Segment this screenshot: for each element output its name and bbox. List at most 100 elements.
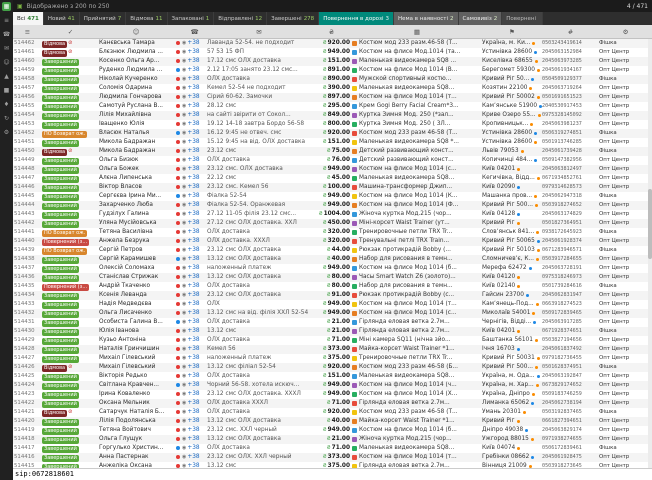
eye-icon[interactable]: ◉ (182, 138, 186, 147)
table-row[interactable]: 514462 Відмова ⊘ Канєвська Тамара ◉ +38 … (13, 39, 652, 48)
phone-cell[interactable]: ◉ +38 (182, 228, 207, 237)
eye-icon[interactable]: ◉ (182, 84, 186, 93)
call-icon[interactable] (176, 203, 180, 207)
status-badge[interactable]: Завершений (42, 446, 79, 453)
status-badge[interactable]: Завершений (42, 293, 79, 300)
call-icon[interactable] (176, 428, 180, 432)
call-icon[interactable] (176, 365, 180, 369)
call-icon[interactable] (176, 158, 180, 162)
status-badge[interactable]: Завершений (42, 266, 79, 273)
table-row[interactable]: 514431 Завершений ⊘ Особиста Галина В...… (13, 318, 652, 327)
status-badge[interactable]: Завершений (42, 329, 79, 336)
call-icon[interactable] (176, 104, 180, 108)
status-badge[interactable]: Завершений (42, 59, 79, 66)
eye-icon[interactable]: ◉ (182, 309, 186, 318)
tab-повернені[interactable]: Повернені (502, 12, 543, 25)
call-icon[interactable] (176, 455, 180, 459)
settings-icon[interactable]: ⚙ (599, 28, 652, 36)
table-row[interactable]: 514440 Повернений (з... ⊘ Анжела Безрука… (13, 237, 652, 246)
eye-icon[interactable]: ◉ (182, 273, 186, 282)
table-row[interactable]: 514459 Завершений ⊘ Руденко Людмила ... … (13, 66, 652, 75)
table-row[interactable]: 514427 Завершений ⊘ Михаіл Гілевський ◉ … (13, 354, 652, 363)
table-row[interactable]: 514419 Завершений ⊘ Тетяна Войтович ◉ +3… (13, 426, 652, 435)
phone-cell[interactable]: ◉ +38 (182, 246, 207, 255)
payment-icon[interactable]: ₴ (311, 28, 352, 36)
status-badge[interactable]: Завершений (42, 122, 79, 129)
eye-icon[interactable]: ◉ (182, 381, 186, 390)
call-icon[interactable] (176, 266, 180, 270)
call-icon[interactable] (176, 257, 180, 261)
table-row[interactable]: 514416 Завершений ⊘ Анна Пастернак ◉ +38… (13, 453, 652, 462)
eye-icon[interactable]: ◉ (182, 336, 186, 345)
table-row[interactable]: 514446 Завершений ⊘ Віктор Власов ◉ +38 … (13, 183, 652, 192)
eye-icon[interactable]: ◉ (182, 435, 186, 444)
call-icon[interactable] (176, 446, 180, 450)
phone-cell[interactable]: ◉ +38 (182, 399, 207, 408)
phone-cell[interactable]: ◉ +38 (182, 282, 207, 291)
phone-cell[interactable]: ◉ +38 (182, 120, 207, 129)
call-icon[interactable] (176, 95, 180, 99)
phone-cell[interactable]: ◉ +38 (182, 309, 207, 318)
products-icon[interactable]: ▦ (352, 28, 482, 36)
table-row[interactable]: 514460 Завершений ⊘ Косенко Ольга Ар... … (13, 57, 652, 66)
status-badge[interactable]: Завершений (42, 140, 79, 147)
call-icon[interactable] (176, 347, 180, 351)
phone-cell[interactable]: ◉ +38 (182, 237, 207, 246)
eye-icon[interactable]: ◉ (182, 183, 186, 192)
table-row[interactable]: 514458 Завершений ⊘ Ніколай Кучеренко ◉ … (13, 75, 652, 84)
table-row[interactable]: 514438 Завершений ⊘ Сергій Карамишев ◉ +… (13, 255, 652, 264)
eye-icon[interactable]: ◉ (182, 444, 186, 453)
call-icon[interactable] (176, 149, 180, 153)
phone-cell[interactable]: ◉ +38 (182, 336, 207, 345)
status-badge[interactable]: Завершений (42, 464, 79, 469)
phone-cell[interactable]: ◉ +38 (182, 426, 207, 435)
call-icon[interactable] (176, 113, 180, 117)
eye-icon[interactable]: ◉ (182, 102, 186, 111)
table-row[interactable]: 514437 Завершений ⊘ Олексій Соломаха ◉ +… (13, 264, 652, 273)
tab-новий[interactable]: Новий 41 (44, 12, 80, 25)
tab-повернення-в-дорозі[interactable]: Повернення в дорозі 3 (319, 12, 394, 25)
call-icon[interactable] (176, 185, 180, 189)
status-badge[interactable]: Завершений (42, 167, 79, 174)
status-badge[interactable]: Відмова (42, 50, 67, 57)
phone-cell[interactable]: ◉ +38 (182, 156, 207, 165)
eye-icon[interactable]: ◉ (182, 354, 186, 363)
eye-icon[interactable]: ◉ (182, 255, 186, 264)
table-row[interactable]: 514421 Відмова ⊘ Сатарчук Наталія Б... ◉… (13, 408, 652, 417)
table-row[interactable]: 514447 Завершений ⊘ Алєна Липенська ◉ +3… (13, 174, 652, 183)
call-icon[interactable] (176, 194, 180, 198)
scrollbar[interactable] (648, 39, 652, 468)
table-row[interactable]: 514449 Завершений ⊘ Ольга Бизюк ◉ +38 ОЛ… (13, 156, 652, 165)
status-badge[interactable]: Завершений (42, 221, 79, 228)
call-icon[interactable] (176, 437, 180, 441)
table-row[interactable]: 514439 ПО Возврат ож. ⊘ Сергій Петров ◉ … (13, 246, 652, 255)
eye-icon[interactable]: ◉ (182, 264, 186, 273)
call-icon[interactable] (176, 374, 180, 378)
eye-icon[interactable]: ◉ (182, 210, 186, 219)
phone-cell[interactable]: ◉ +38 (182, 318, 207, 327)
orders-icon[interactable]: ■ (4, 87, 10, 95)
eye-icon[interactable]: ◉ (182, 345, 186, 354)
tab-самовивіз[interactable]: Самовивіз 2 (459, 12, 503, 25)
eye-icon[interactable]: ◉ (182, 300, 186, 309)
call-icon[interactable] (176, 302, 180, 306)
table-row[interactable]: 514429 Завершений ⊘ Кузьо Антоніна ◉ +38… (13, 336, 652, 345)
phone-cell[interactable]: ◉ +38 (182, 210, 207, 219)
call-icon[interactable] (176, 419, 180, 423)
status-badge[interactable]: Завершений (42, 419, 79, 426)
table-row[interactable]: 514422 Завершений ⊘ Оксана Мельник ◉ +38… (13, 399, 652, 408)
tab-відмова[interactable]: Відмова 11 (126, 12, 167, 25)
call-icon[interactable] (176, 167, 180, 171)
stats-icon[interactable]: ▲ (4, 73, 9, 81)
table-row[interactable]: 514443 Завершений ⊘ Гудзілух Галина ◉ +3… (13, 210, 652, 219)
table-row[interactable]: 514424 Завершений ⊘ Світлана Кравчен... … (13, 381, 652, 390)
eye-icon[interactable]: ◉ (182, 417, 186, 426)
settings-icon[interactable]: ⚙ (4, 129, 9, 137)
refresh-icon[interactable]: ↻ (4, 115, 9, 123)
phone-cell[interactable]: ◉ +38 (182, 93, 207, 102)
table-row[interactable]: 514441 ПО Возврат ож. ⊘ Тетяна Василівна… (13, 228, 652, 237)
status-badge[interactable]: Завершений (42, 428, 79, 435)
eye-icon[interactable]: ◉ (182, 219, 186, 228)
phone-cell[interactable]: ◉ +38 (182, 255, 207, 264)
call-icon[interactable] (176, 41, 180, 45)
